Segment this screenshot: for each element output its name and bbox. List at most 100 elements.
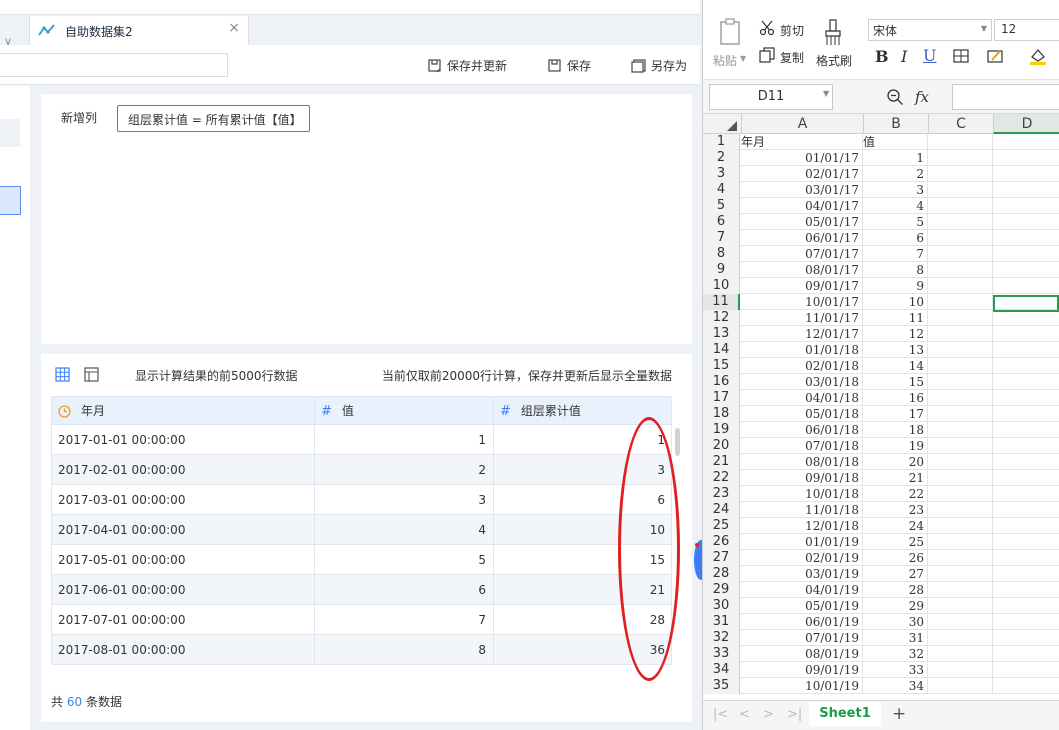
sheet-row[interactable]: 31 06/01/19 30 xyxy=(703,614,1059,630)
cell-a[interactable]: 05/01/19 xyxy=(741,598,863,614)
fill-color-icon[interactable] xyxy=(1029,47,1047,65)
cell-c[interactable] xyxy=(928,406,993,422)
cell-b[interactable]: 18 xyxy=(863,422,928,438)
font-family-select[interactable]: 宋体 ▼ xyxy=(868,19,992,41)
cell-b[interactable]: 19 xyxy=(863,438,928,454)
cell-a[interactable]: 07/01/17 xyxy=(741,246,863,262)
sheet-row[interactable]: 9 08/01/17 8 xyxy=(703,262,1059,278)
cell-c[interactable] xyxy=(928,214,993,230)
cell-a[interactable]: 01/01/19 xyxy=(741,534,863,550)
table-row[interactable]: 2017-04-01 00:00:00 4 10 xyxy=(51,515,672,545)
column-header-b[interactable]: B xyxy=(863,114,928,134)
formula-input[interactable] xyxy=(952,84,1059,110)
cell-b[interactable]: 13 xyxy=(863,342,928,358)
row-number[interactable]: 23 xyxy=(703,486,740,502)
cell-c[interactable] xyxy=(928,182,993,198)
cell-a[interactable]: 03/01/18 xyxy=(741,374,863,390)
row-number[interactable]: 22 xyxy=(703,470,740,486)
cell-b[interactable]: 33 xyxy=(863,662,928,678)
cell-b[interactable]: 34 xyxy=(863,678,928,694)
row-number[interactable]: 28 xyxy=(703,566,740,582)
close-icon[interactable]: × xyxy=(228,20,240,36)
cell-b[interactable]: 28 xyxy=(863,582,928,598)
cell-b[interactable]: 10 xyxy=(863,294,928,310)
cell-c[interactable] xyxy=(928,422,993,438)
sheet-row[interactable]: 24 11/01/18 23 xyxy=(703,502,1059,518)
row-number[interactable]: 31 xyxy=(703,614,740,630)
save-button[interactable]: 保存 xyxy=(548,57,591,74)
cell-b[interactable]: 22 xyxy=(863,486,928,502)
row-number[interactable]: 21 xyxy=(703,454,740,470)
sheet-row[interactable]: 14 01/01/18 13 xyxy=(703,342,1059,358)
cell-b[interactable]: 5 xyxy=(863,214,928,230)
cut-label[interactable]: 剪切 xyxy=(780,22,804,39)
cell-c[interactable] xyxy=(928,326,993,342)
row-number[interactable]: 8 xyxy=(703,246,740,262)
fx-icon[interactable]: fx xyxy=(915,88,929,106)
cell-c[interactable] xyxy=(928,150,993,166)
row-number[interactable]: 24 xyxy=(703,502,740,518)
cell-c[interactable] xyxy=(928,502,993,518)
cell-b[interactable]: 24 xyxy=(863,518,928,534)
sheet-row[interactable]: 35 10/01/19 34 xyxy=(703,678,1059,694)
cell-b[interactable]: 15 xyxy=(863,374,928,390)
cell-c[interactable] xyxy=(928,310,993,326)
sheet-row[interactable]: 4 03/01/17 3 xyxy=(703,182,1059,198)
sheet-row[interactable]: 25 12/01/18 24 xyxy=(703,518,1059,534)
row-number[interactable]: 19 xyxy=(703,422,740,438)
cell-a[interactable]: 07/01/18 xyxy=(741,438,863,454)
zoom-icon[interactable] xyxy=(886,88,904,106)
table-row[interactable]: 2017-07-01 00:00:00 7 28 xyxy=(51,605,672,635)
sheet-row[interactable]: 16 03/01/18 15 xyxy=(703,374,1059,390)
cell-a[interactable]: 02/01/19 xyxy=(741,550,863,566)
chevron-down-icon[interactable]: ▼ xyxy=(740,54,746,63)
cell-b[interactable]: 26 xyxy=(863,550,928,566)
row-number[interactable]: 5 xyxy=(703,198,740,214)
cell-b[interactable]: 23 xyxy=(863,502,928,518)
cell-a[interactable]: 08/01/17 xyxy=(741,262,863,278)
row-number[interactable]: 17 xyxy=(703,390,740,406)
cell-a[interactable]: 04/01/19 xyxy=(741,582,863,598)
first-sheet-icon[interactable]: |< xyxy=(713,707,728,722)
cell-a[interactable]: 04/01/17 xyxy=(741,198,863,214)
cell-b[interactable]: 1 xyxy=(863,150,928,166)
row-number[interactable]: 4 xyxy=(703,182,740,198)
cell-c[interactable] xyxy=(928,662,993,678)
cell-a[interactable]: 06/01/18 xyxy=(741,422,863,438)
cell-b[interactable]: 2 xyxy=(863,166,928,182)
cell-c[interactable] xyxy=(928,614,993,630)
grid-view-icon[interactable] xyxy=(55,367,70,382)
cell-a[interactable]: 03/01/19 xyxy=(741,566,863,582)
row-number[interactable]: 10 xyxy=(703,278,740,294)
cell-a[interactable]: 09/01/19 xyxy=(741,662,863,678)
underline-icon[interactable]: U xyxy=(923,46,936,65)
cell-b[interactable]: 25 xyxy=(863,534,928,550)
format-painter-label[interactable]: 格式刷 xyxy=(816,52,852,69)
sheet-row[interactable]: 1 年月值 xyxy=(703,134,1059,150)
cell-b[interactable]: 20 xyxy=(863,454,928,470)
sheet-row[interactable]: 3 02/01/17 2 xyxy=(703,166,1059,182)
cell-c[interactable] xyxy=(928,230,993,246)
sheet-row[interactable]: 10 09/01/17 9 xyxy=(703,278,1059,294)
dataset-name-input[interactable] xyxy=(0,53,228,77)
row-number[interactable]: 32 xyxy=(703,630,740,646)
italic-icon[interactable]: I xyxy=(901,47,907,66)
sheet-row[interactable]: 17 04/01/18 16 xyxy=(703,390,1059,406)
cell-a[interactable]: 12/01/18 xyxy=(741,518,863,534)
row-number[interactable]: 29 xyxy=(703,582,740,598)
sheet-row[interactable]: 29 04/01/19 28 xyxy=(703,582,1059,598)
sheet-row[interactable]: 23 10/01/18 22 xyxy=(703,486,1059,502)
sheet-row[interactable]: 2 01/01/17 1 xyxy=(703,150,1059,166)
bold-icon[interactable]: B xyxy=(875,47,889,66)
cell-c[interactable] xyxy=(928,678,993,694)
row-number[interactable]: 30 xyxy=(703,598,740,614)
cell-b[interactable]: 11 xyxy=(863,310,928,326)
cell-a[interactable]: 03/01/17 xyxy=(741,182,863,198)
sheet-row[interactable]: 8 07/01/17 7 xyxy=(703,246,1059,262)
column-header-date[interactable]: 年月 xyxy=(58,397,105,426)
table-row[interactable]: 2017-08-01 00:00:00 8 36 xyxy=(51,635,672,665)
row-number[interactable]: 9 xyxy=(703,262,740,278)
cell-a[interactable]: 02/01/18 xyxy=(741,358,863,374)
cell-c[interactable] xyxy=(928,134,993,150)
table-view-icon[interactable] xyxy=(84,367,99,382)
